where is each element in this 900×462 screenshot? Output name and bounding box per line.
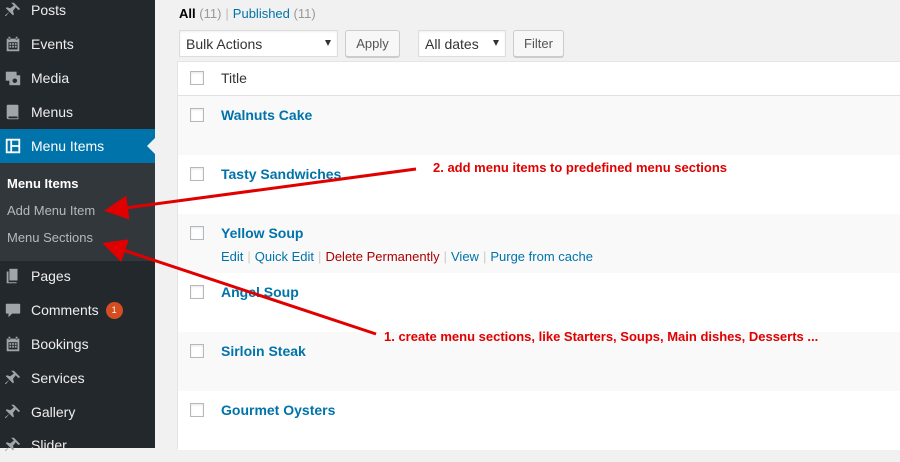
delete-permanently-link[interactable]: Delete Permanently <box>325 249 439 264</box>
sidebar-item-posts[interactable]: Posts <box>0 0 155 27</box>
chevron-down-icon <box>325 40 331 46</box>
date-filter-select[interactable]: All dates <box>418 30 506 57</box>
comment-count-badge: 1 <box>105 301 123 319</box>
comment-icon <box>4 301 22 319</box>
sidebar-item-label: Bookings <box>31 336 89 352</box>
filter-button[interactable]: Filter <box>513 30 564 57</box>
menu-items-icon <box>4 137 22 155</box>
filter-separator: | <box>225 6 229 21</box>
row-checkbox[interactable] <box>190 403 204 417</box>
row-title-link[interactable]: Tasty Sandwiches <box>221 166 341 182</box>
action-separator: | <box>247 249 251 264</box>
sidebar-item-label: Slider <box>31 437 67 453</box>
sidebar-item-slider[interactable]: Slider <box>0 428 155 462</box>
row-title-link[interactable]: Angel Soup <box>221 284 299 300</box>
calendar-icon <box>4 335 22 353</box>
sidebar-item-events[interactable]: Events <box>0 27 155 61</box>
row-checkbox[interactable] <box>190 344 204 358</box>
row-checkbox[interactable] <box>190 285 204 299</box>
table-header: Title <box>178 62 900 96</box>
action-separator: | <box>443 249 447 264</box>
sidebar-item-label: Comments <box>31 302 99 318</box>
filter-published-label: Published <box>232 6 290 21</box>
bulk-actions-value: Bulk Actions <box>186 35 263 52</box>
action-separator: | <box>318 249 322 264</box>
pin-icon <box>4 1 22 19</box>
title-column-header[interactable]: Title <box>221 70 247 86</box>
sidebar-item-label: Pages <box>31 268 71 284</box>
chevron-down-icon <box>493 40 499 46</box>
filter-published-link[interactable]: Published (11) <box>233 6 316 21</box>
sidebar-item-pages[interactable]: Pages <box>0 259 155 293</box>
sidebar-item-label: Gallery <box>31 404 76 420</box>
action-separator: | <box>482 249 487 264</box>
sidebar-item-label: Media <box>31 70 70 86</box>
row-actions: Edit | Quick Edit | Delete Permanently | View |… <box>221 249 593 264</box>
sidebar-item-services[interactable]: Services <box>0 361 155 395</box>
purge-cache-link[interactable]: Purge from cache <box>490 249 593 264</box>
table-row: Gourmet Oysters <box>178 391 900 450</box>
sidebar-item-media[interactable]: Media <box>0 61 155 95</box>
quick-edit-link[interactable]: Quick Edit <box>255 249 314 264</box>
sidebar-item-label: Menu Items <box>31 138 105 154</box>
row-title-link[interactable]: Walnuts Cake <box>221 107 312 123</box>
filter-all-link[interactable]: All (11) <box>179 6 221 21</box>
filter-published-count: (11) <box>293 6 316 21</box>
posts-table: Title Walnuts Cake Tasty Sandwiches Yell… <box>177 61 900 450</box>
pin-icon <box>4 369 22 387</box>
submenu-item-menu-sections[interactable]: Menu Sections <box>7 230 93 245</box>
annotation-note-1: 1. create menu sections, like Starters, … <box>384 329 819 344</box>
admin-sidebar: Posts Events Media Menus Menu Items Menu… <box>0 0 155 453</box>
media-icon <box>4 69 22 87</box>
sidebar-item-label: Menus <box>31 104 74 120</box>
table-row: Angel Soup <box>178 273 900 332</box>
row-checkbox[interactable] <box>190 167 204 181</box>
sidebar-item-menu-items[interactable]: Menu Items <box>0 129 155 163</box>
status-filter-links: All (11) | Published (11) <box>179 6 316 21</box>
current-indicator <box>147 138 155 154</box>
pin-icon <box>4 403 22 421</box>
row-title-link[interactable]: Yellow Soup <box>221 225 303 241</box>
sidebar-submenu: Menu Items Add Menu Item Menu Sections <box>0 163 155 261</box>
pages-icon <box>4 267 22 285</box>
sidebar-item-menus[interactable]: Menus <box>0 95 155 129</box>
row-title-link[interactable]: Sirloin Steak <box>221 343 306 359</box>
sidebar-item-comments[interactable]: Comments 1 <box>0 293 155 327</box>
sidebar-item-label: Services <box>31 370 85 386</box>
date-filter-value: All dates <box>425 35 479 52</box>
row-checkbox[interactable] <box>190 226 204 240</box>
sidebar-item-label: Posts <box>31 2 67 18</box>
pin-icon <box>4 436 22 454</box>
apply-button[interactable]: Apply <box>345 30 400 57</box>
view-link[interactable]: View <box>451 249 479 264</box>
table-row: Walnuts Cake <box>178 96 900 155</box>
table-row: Yellow Soup Edit | Quick Edit | Delete Perma… <box>178 214 900 273</box>
submenu-item-add-menu-item[interactable]: Add Menu Item <box>7 203 95 218</box>
book-icon <box>4 103 22 121</box>
edit-link[interactable]: Edit <box>221 249 243 264</box>
select-all-checkbox[interactable] <box>190 71 204 85</box>
row-checkbox[interactable] <box>190 108 204 122</box>
calendar-icon <box>4 35 22 53</box>
sidebar-item-bookings[interactable]: Bookings <box>0 327 155 361</box>
submenu-item-menu-items[interactable]: Menu Items <box>7 176 79 191</box>
sidebar-item-gallery[interactable]: Gallery <box>0 395 155 429</box>
filter-all-label: All <box>179 6 196 21</box>
sidebar-item-label: Events <box>31 36 74 52</box>
bulk-actions-select[interactable]: Bulk Actions <box>179 30 338 57</box>
row-title-link[interactable]: Gourmet Oysters <box>221 402 335 418</box>
annotation-note-2: 2. add menu items to predefined menu sec… <box>433 160 728 175</box>
filter-all-count: (11) <box>199 6 222 21</box>
